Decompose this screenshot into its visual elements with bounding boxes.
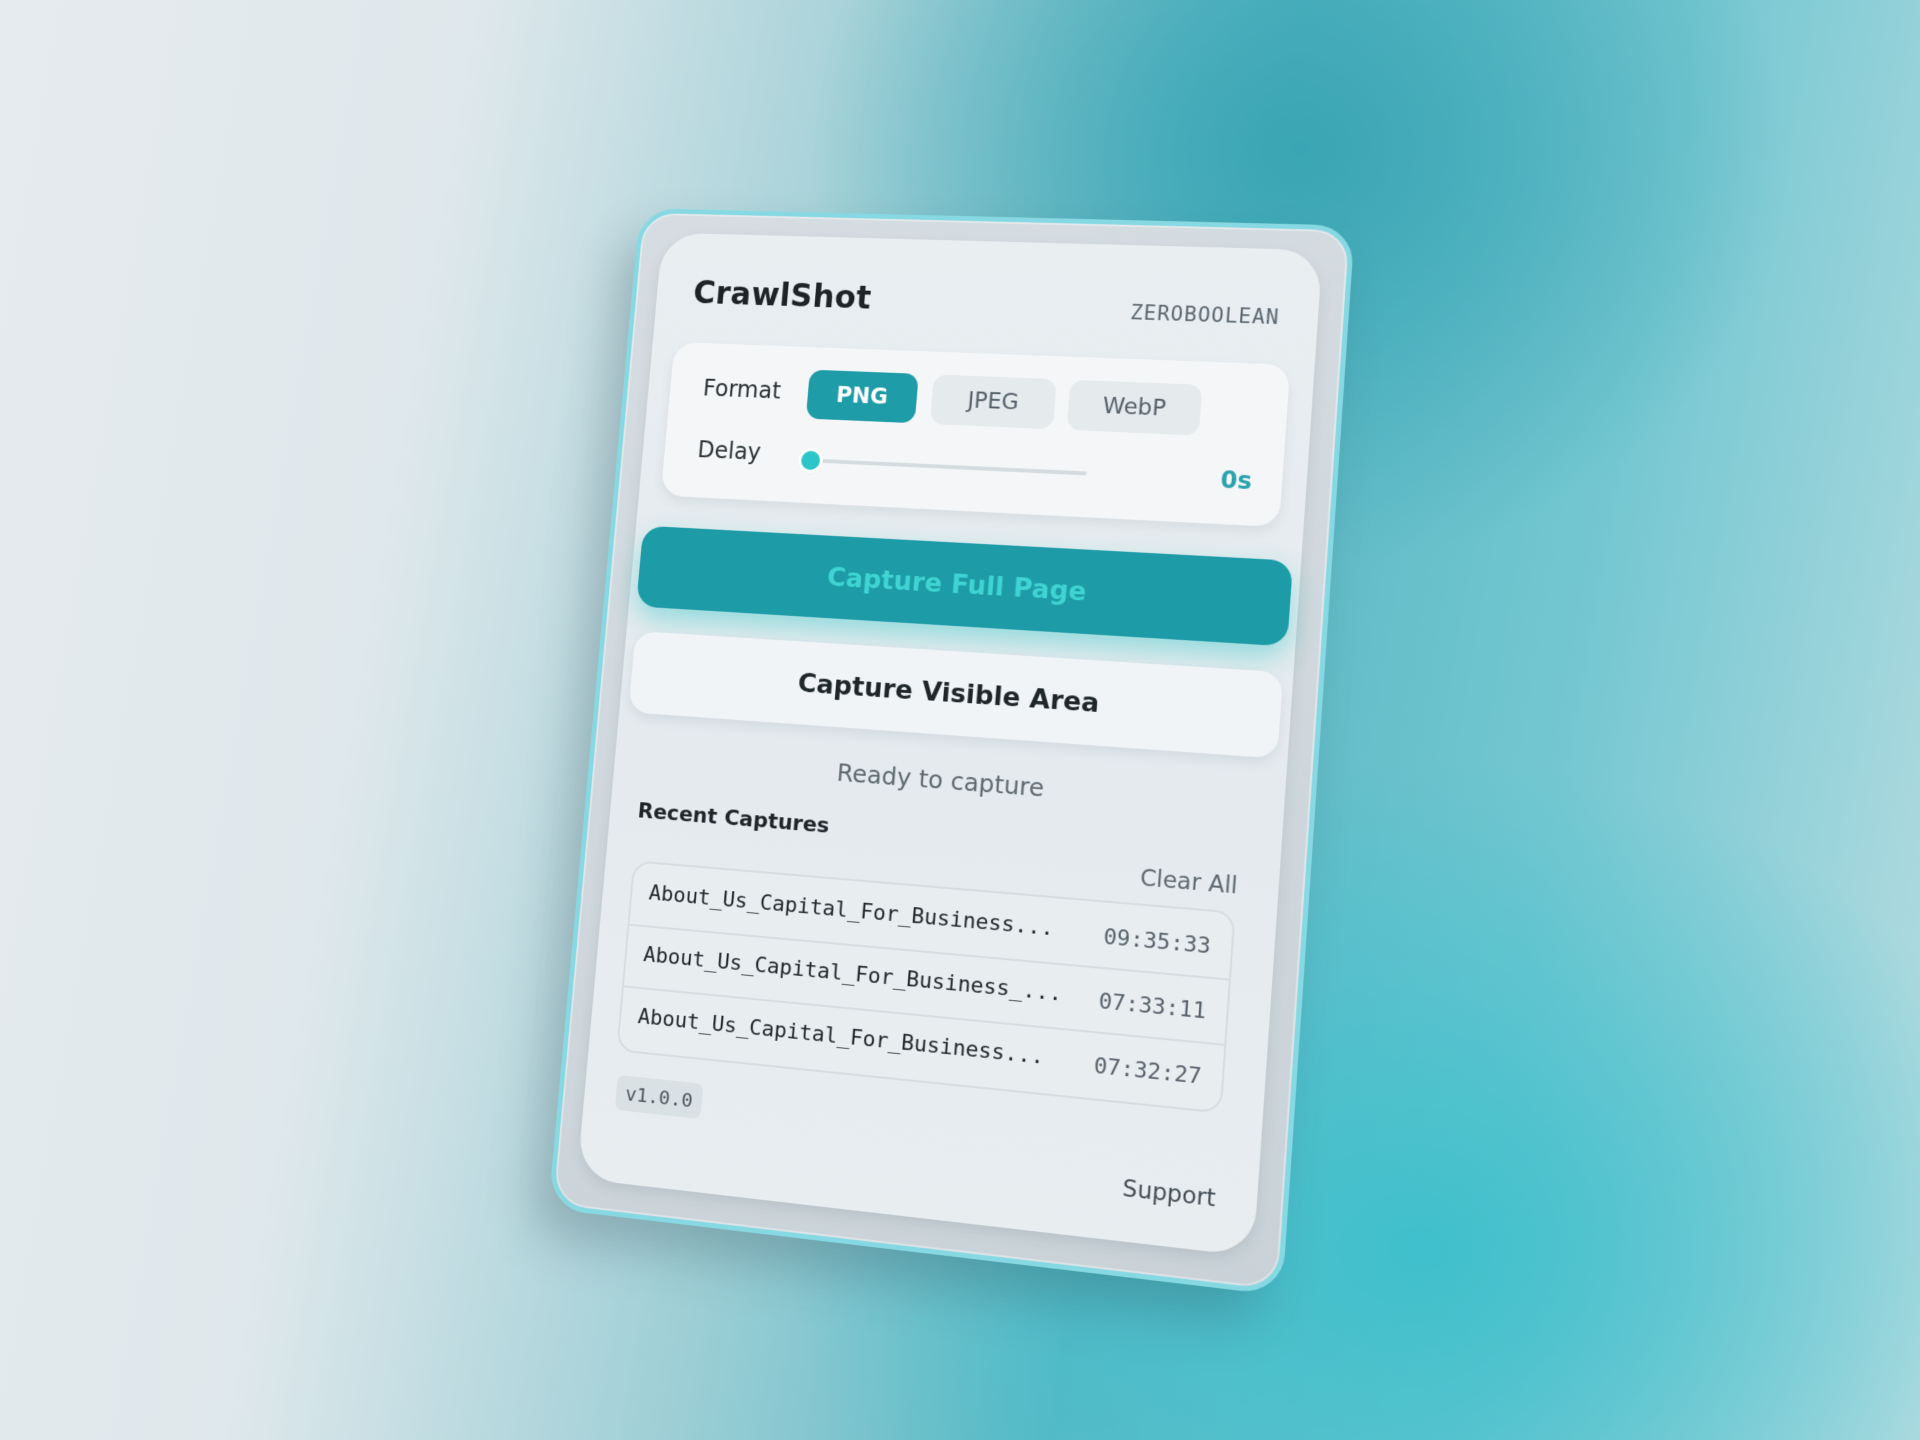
delay-label: Delay (696, 436, 763, 466)
clear-all-button[interactable]: Clear All (1139, 865, 1238, 899)
version-badge: v1.0.0 (614, 1074, 704, 1120)
format-jpeg-button[interactable]: JPEG (929, 374, 1057, 430)
delay-slider-thumb[interactable] (800, 450, 821, 471)
capture-full-page-button[interactable]: Capture Full Page (636, 525, 1294, 647)
extension-popup: CrawlShot ZEROBOOLEAN Format PNG JPEG We… (548, 208, 1355, 1296)
popup-card: CrawlShot ZEROBOOLEAN Format PNG JPEG We… (576, 232, 1323, 1257)
captures-list: About_Us_Capital_For_Business... 09:35:3… (616, 860, 1236, 1114)
support-link[interactable]: Support (1122, 1175, 1217, 1212)
app-title: CrawlShot (691, 274, 873, 317)
settings-panel: Format PNG JPEG WebP Delay 0s (660, 342, 1291, 528)
capture-visible-area-button[interactable]: Capture Visible Area (628, 630, 1284, 759)
format-png-button[interactable]: PNG (805, 369, 919, 424)
header: CrawlShot ZEROBOOLEAN (691, 274, 1281, 341)
delay-value: 0s (1219, 466, 1253, 496)
brand-label: ZEROBOOLEAN (1129, 300, 1281, 330)
capture-time: 07:33:11 (1097, 989, 1207, 1025)
format-webp-button[interactable]: WebP (1066, 379, 1203, 436)
capture-time: 09:35:33 (1102, 924, 1212, 960)
capture-time: 07:32:27 (1093, 1053, 1203, 1090)
recent-captures-title: Recent Captures (636, 799, 831, 839)
format-label: Format (702, 374, 782, 405)
delay-slider[interactable] (800, 450, 1087, 476)
